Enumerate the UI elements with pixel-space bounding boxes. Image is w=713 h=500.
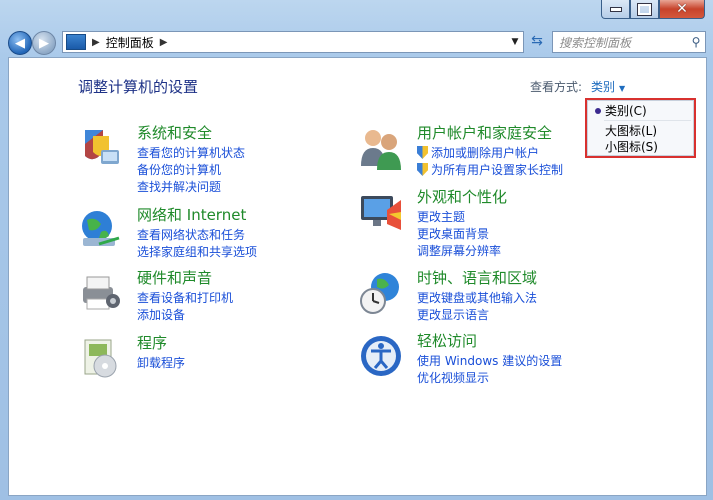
link-network-status[interactable]: 查看网络状态和任务 — [137, 226, 245, 243]
maximize-icon — [637, 2, 652, 16]
network-icon — [82, 211, 120, 246]
link-recommended-settings[interactable]: 使用 Windows 建议的设置 — [417, 352, 562, 369]
link-change-theme[interactable]: 更改主题 — [417, 208, 465, 225]
link-backup-computer[interactable]: 备份您的计算机 — [137, 161, 221, 178]
link-homegroup-sharing[interactable]: 选择家庭组和共享选项 — [137, 243, 257, 260]
category-title[interactable]: 系统和安全 — [137, 122, 212, 143]
link-uninstall-program[interactable]: 卸载程序 — [137, 354, 185, 371]
window-frame: ✕ ◀ ▶ ▶ 控制面板 ▶ ▼ ⇆ 搜索控制面板 ⚲ 调整计算机的设置 查看方… — [0, 0, 713, 500]
menu-item-category[interactable]: 类别(C) — [588, 103, 693, 119]
link-view-computer-status[interactable]: 查看您的计算机状态 — [137, 144, 245, 161]
minimize-icon — [609, 6, 622, 12]
menu-item-label: 大图标(L) — [605, 124, 658, 138]
chevron-down-icon: ▼ — [619, 84, 626, 93]
chevron-down-icon: ▼ — [511, 37, 519, 47]
uac-shield-icon — [417, 146, 428, 159]
ease-of-access-icon — [361, 336, 401, 376]
minimize-button[interactable] — [601, 0, 630, 19]
view-by-menu: 类别(C) 大图标(L) 小图标(S) — [587, 100, 694, 156]
menu-item-large-icons[interactable]: 大图标(L) — [588, 123, 693, 139]
close-button[interactable]: ✕ — [659, 0, 705, 19]
control-panel-icon — [66, 34, 86, 50]
link-troubleshoot[interactable]: 查找并解决问题 — [137, 178, 221, 195]
menu-item-label: 小图标(S) — [605, 140, 658, 154]
category-title[interactable]: 硬件和声音 — [137, 267, 212, 288]
address-bar[interactable]: ▶ 控制面板 ▶ ▼ — [62, 31, 524, 53]
main-content: 调整计算机的设置 查看方式: 类别▼ 类别(C) 大图标(L) 小图标(S) — [8, 57, 707, 496]
search-input[interactable]: 搜索控制面板 — [553, 34, 687, 51]
link-parental-controls[interactable]: 为所有用户设置家长控制 — [417, 161, 563, 178]
link-keyboard-input[interactable]: 更改键盘或其他输入法 — [417, 289, 537, 306]
breadcrumb-control-panel[interactable]: 控制面板 — [106, 34, 154, 51]
search-icon[interactable]: ⚲ — [687, 35, 705, 49]
search-box[interactable]: 搜索控制面板 ⚲ — [552, 31, 706, 53]
refresh-button[interactable]: ⇆ — [526, 32, 548, 50]
arrow-left-icon: ◀ — [15, 35, 25, 51]
link-add-remove-accounts[interactable]: 添加或删除用户帐户 — [417, 144, 539, 161]
system-security-icon — [85, 130, 119, 164]
link-add-device[interactable]: 添加设备 — [137, 306, 185, 323]
hardware-sound-icon — [83, 276, 120, 310]
appearance-icon — [361, 196, 401, 230]
breadcrumb-separator-icon[interactable]: ▶ — [160, 37, 168, 48]
category-title[interactable]: 程序 — [137, 332, 167, 353]
clock-language-icon — [360, 273, 399, 314]
user-accounts-icon — [361, 130, 401, 170]
arrow-right-icon: ▶ — [39, 35, 49, 51]
caption-buttons: ✕ — [601, 0, 705, 19]
category-title[interactable]: 网络和 Internet — [137, 204, 246, 225]
address-history-dropdown[interactable]: ▼ — [507, 32, 523, 52]
link-optimize-visual-display[interactable]: 优化视频显示 — [417, 369, 489, 386]
link-text: 为所有用户设置家长控制 — [431, 163, 564, 177]
view-by-dropdown[interactable]: 类别 ▼ — [591, 78, 625, 95]
back-button[interactable]: ◀ — [8, 31, 32, 55]
link-display-language[interactable]: 更改显示语言 — [417, 306, 489, 323]
maximize-button[interactable] — [630, 0, 659, 19]
category-title[interactable]: 轻松访问 — [417, 330, 477, 351]
view-by-value: 类别 — [591, 80, 616, 94]
category-title[interactable]: 用户帐户和家庭安全 — [417, 122, 552, 143]
menu-item-small-icons[interactable]: 小图标(S) — [588, 139, 693, 155]
menu-item-label: 类别(C) — [605, 104, 647, 118]
navigation-bar: ◀ ▶ ▶ 控制面板 ▶ ▼ ⇆ 搜索控制面板 ⚲ — [8, 30, 706, 55]
link-text: 添加或删除用户帐户 — [431, 146, 540, 160]
view-by-label: 查看方式: — [530, 80, 583, 94]
menu-separator — [604, 120, 691, 121]
category-title[interactable]: 时钟、语言和区域 — [417, 267, 537, 288]
programs-icon — [84, 339, 117, 378]
close-icon: ✕ — [676, 1, 688, 17]
link-screen-resolution[interactable]: 调整屏幕分辨率 — [417, 242, 501, 259]
link-devices-printers[interactable]: 查看设备和打印机 — [137, 289, 233, 306]
refresh-icon: ⇆ — [531, 33, 543, 49]
radio-bullet-icon — [595, 108, 601, 114]
forward-button[interactable]: ▶ — [32, 31, 56, 55]
category-title[interactable]: 外观和个性化 — [417, 186, 507, 207]
link-change-background[interactable]: 更改桌面背景 — [417, 225, 489, 242]
page-title: 调整计算机的设置 — [78, 78, 199, 96]
breadcrumb-separator-icon[interactable]: ▶ — [92, 37, 100, 48]
uac-shield-icon — [417, 163, 428, 176]
